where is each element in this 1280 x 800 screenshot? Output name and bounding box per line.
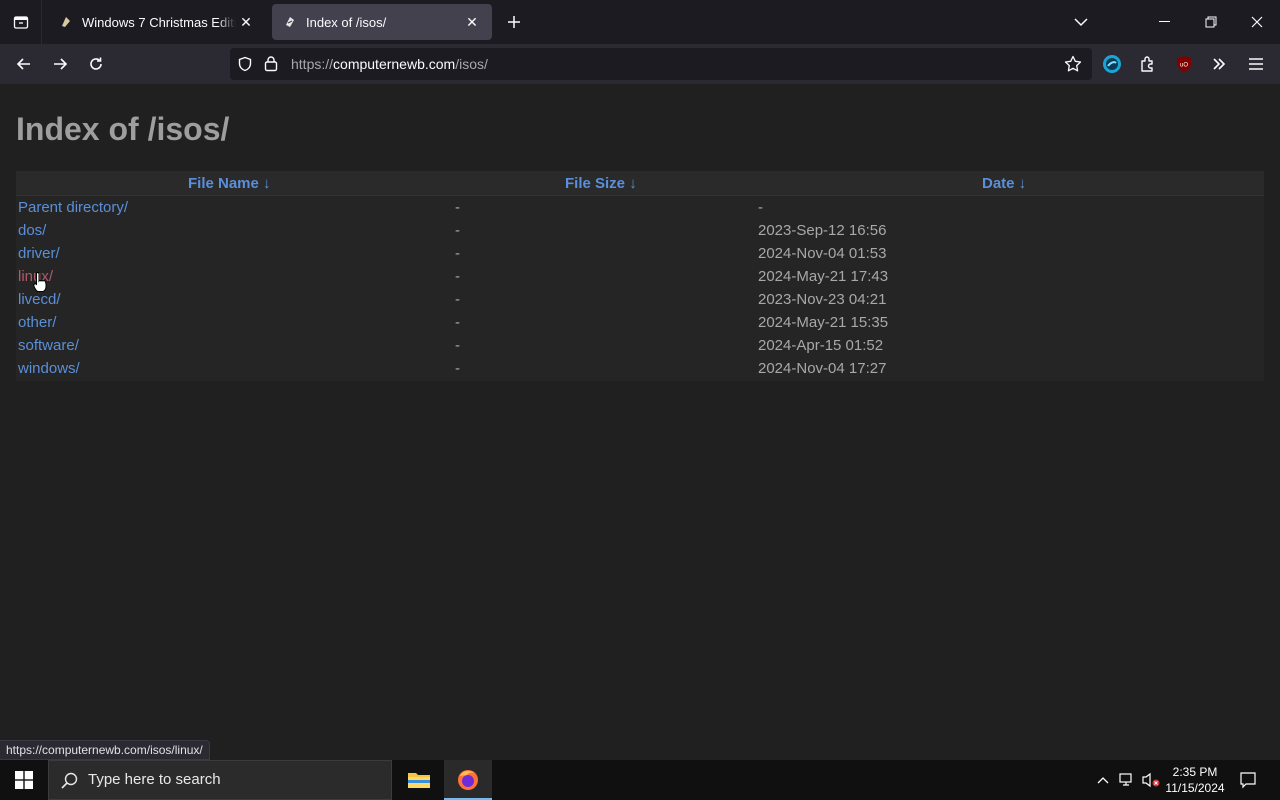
volume-muted-icon[interactable] <box>1140 760 1162 800</box>
svg-text:uO: uO <box>1180 63 1188 69</box>
windows-start-icon[interactable] <box>0 760 48 800</box>
network-icon[interactable] <box>1116 760 1138 800</box>
back-icon[interactable] <box>8 48 40 80</box>
tab-index-isos[interactable]: Index of /isos/ ✕ <box>272 4 492 40</box>
url-text[interactable]: https://computernewb.com/isos/ <box>291 48 488 80</box>
file-size: - <box>455 291 460 308</box>
file-listing-table: File Name ↓ File Size ↓ Date ↓ Parent di… <box>16 171 1264 381</box>
extensions-icon[interactable] <box>1132 48 1164 80</box>
restore-icon[interactable] <box>1188 0 1234 44</box>
tracking-protection-icon[interactable] <box>237 56 253 77</box>
close-tab-icon[interactable]: ✕ <box>236 12 256 32</box>
site-favicon-icon <box>282 14 298 30</box>
navigation-toolbar: https://computernewb.com/isos/ uO <box>0 44 1280 84</box>
link-status-url: https://computernewb.com/isos/linux/ <box>0 740 210 760</box>
new-tab-icon[interactable] <box>502 10 526 34</box>
lock-icon[interactable] <box>264 55 278 77</box>
tab-windows7[interactable]: Windows 7 Christmas Edition 2 ✕ <box>48 4 266 40</box>
directory-link-software[interactable]: software/ <box>18 334 79 357</box>
taskbar-search-box[interactable]: Type here to search <box>48 760 392 800</box>
minimize-icon[interactable] <box>1142 0 1188 44</box>
table-row: other/ - 2024-May-21 15:35 <box>16 311 1264 334</box>
table-row: windows/ - 2024-Nov-04 17:27 <box>16 357 1264 380</box>
firefox-view-icon[interactable] <box>0 0 42 44</box>
notifications-icon[interactable] <box>1234 760 1262 800</box>
search-placeholder: Type here to search <box>88 771 221 788</box>
file-size: - <box>455 337 460 354</box>
url-path: /isos/ <box>455 56 488 72</box>
menu-hamburger-icon[interactable] <box>1240 48 1272 80</box>
file-size: - <box>455 222 460 239</box>
close-window-icon[interactable] <box>1234 0 1280 44</box>
tab-strip: Windows 7 Christmas Edition 2 ✕ Index of… <box>0 0 1280 44</box>
directory-link-windows[interactable]: windows/ <box>18 357 80 380</box>
tab-title: Windows 7 Christmas Edition 2 <box>82 14 236 30</box>
parent-directory-link[interactable]: Parent directory/ <box>18 196 128 219</box>
firefox-taskbar-icon[interactable] <box>444 760 492 800</box>
table-row: Parent directory/ - - <box>16 196 1264 219</box>
column-header-file-size[interactable]: File Size ↓ <box>565 171 637 197</box>
reload-icon[interactable] <box>80 48 112 80</box>
page-title: Index of /isos/ <box>16 111 230 147</box>
file-date: 2024-Nov-04 01:53 <box>758 245 887 262</box>
file-date: 2024-May-21 17:43 <box>758 268 889 285</box>
file-size: - <box>455 199 460 216</box>
search-icon <box>61 772 78 794</box>
forward-icon[interactable] <box>44 48 76 80</box>
column-header-file-name[interactable]: File Name ↓ <box>188 171 271 197</box>
more-tools-chevron-icon[interactable] <box>1203 48 1235 80</box>
file-date: 2024-Apr-15 01:52 <box>758 337 884 354</box>
system-clock[interactable]: 2:35 PM 11/15/2024 <box>1160 764 1230 796</box>
page-content: Index of /isos/ File Name ↓ File Size ↓ … <box>0 84 1280 760</box>
tab-title: Index of /isos/ <box>306 14 387 30</box>
file-explorer-icon[interactable] <box>395 760 443 800</box>
file-date: - <box>758 199 763 216</box>
file-size: - <box>455 314 460 331</box>
table-row: software/ - 2024-Apr-15 01:52 <box>16 334 1264 357</box>
list-all-tabs-icon[interactable] <box>1058 0 1104 44</box>
directory-link-dos[interactable]: dos/ <box>18 219 46 242</box>
file-size: - <box>455 268 460 285</box>
show-hidden-icons-chevron-icon[interactable] <box>1092 760 1114 800</box>
clock-time: 2:35 PM <box>1172 765 1218 779</box>
file-size: - <box>455 360 460 377</box>
site-favicon-icon <box>58 14 74 30</box>
table-header: File Name ↓ File Size ↓ Date ↓ <box>16 171 1264 196</box>
url-bar[interactable]: https://computernewb.com/isos/ <box>230 48 1092 80</box>
table-row: dos/ - 2023-Sep-12 16:56 <box>16 219 1264 242</box>
hand-cursor-icon <box>33 271 49 298</box>
url-host: computernewb.com <box>333 56 456 72</box>
table-row: driver/ - 2024-Nov-04 01:53 <box>16 242 1264 265</box>
file-date: 2024-May-21 15:35 <box>758 314 889 331</box>
file-date: 2023-Nov-23 04:21 <box>758 291 887 308</box>
file-size: - <box>455 245 460 262</box>
account-avatar-icon[interactable] <box>1096 48 1128 80</box>
column-header-date[interactable]: Date ↓ <box>982 171 1026 197</box>
windows-taskbar: Type here to search 2:35 PM 11/15/2024 <box>0 760 1280 800</box>
file-date: 2024-Nov-04 17:27 <box>758 360 887 377</box>
bookmark-star-icon[interactable] <box>1064 55 1082 78</box>
table-row: livecd/ - 2023-Nov-23 04:21 <box>16 288 1264 311</box>
clock-date: 11/15/2024 <box>1165 781 1225 795</box>
directory-link-other[interactable]: other/ <box>18 311 56 334</box>
close-tab-icon[interactable]: ✕ <box>462 12 482 32</box>
file-date: 2023-Sep-12 16:56 <box>758 222 887 239</box>
ublock-origin-icon[interactable]: uO <box>1168 48 1200 80</box>
table-row: linux/ - 2024-May-21 17:43 <box>16 265 1264 288</box>
directory-link-driver[interactable]: driver/ <box>18 242 60 265</box>
url-scheme: https:// <box>291 56 334 72</box>
